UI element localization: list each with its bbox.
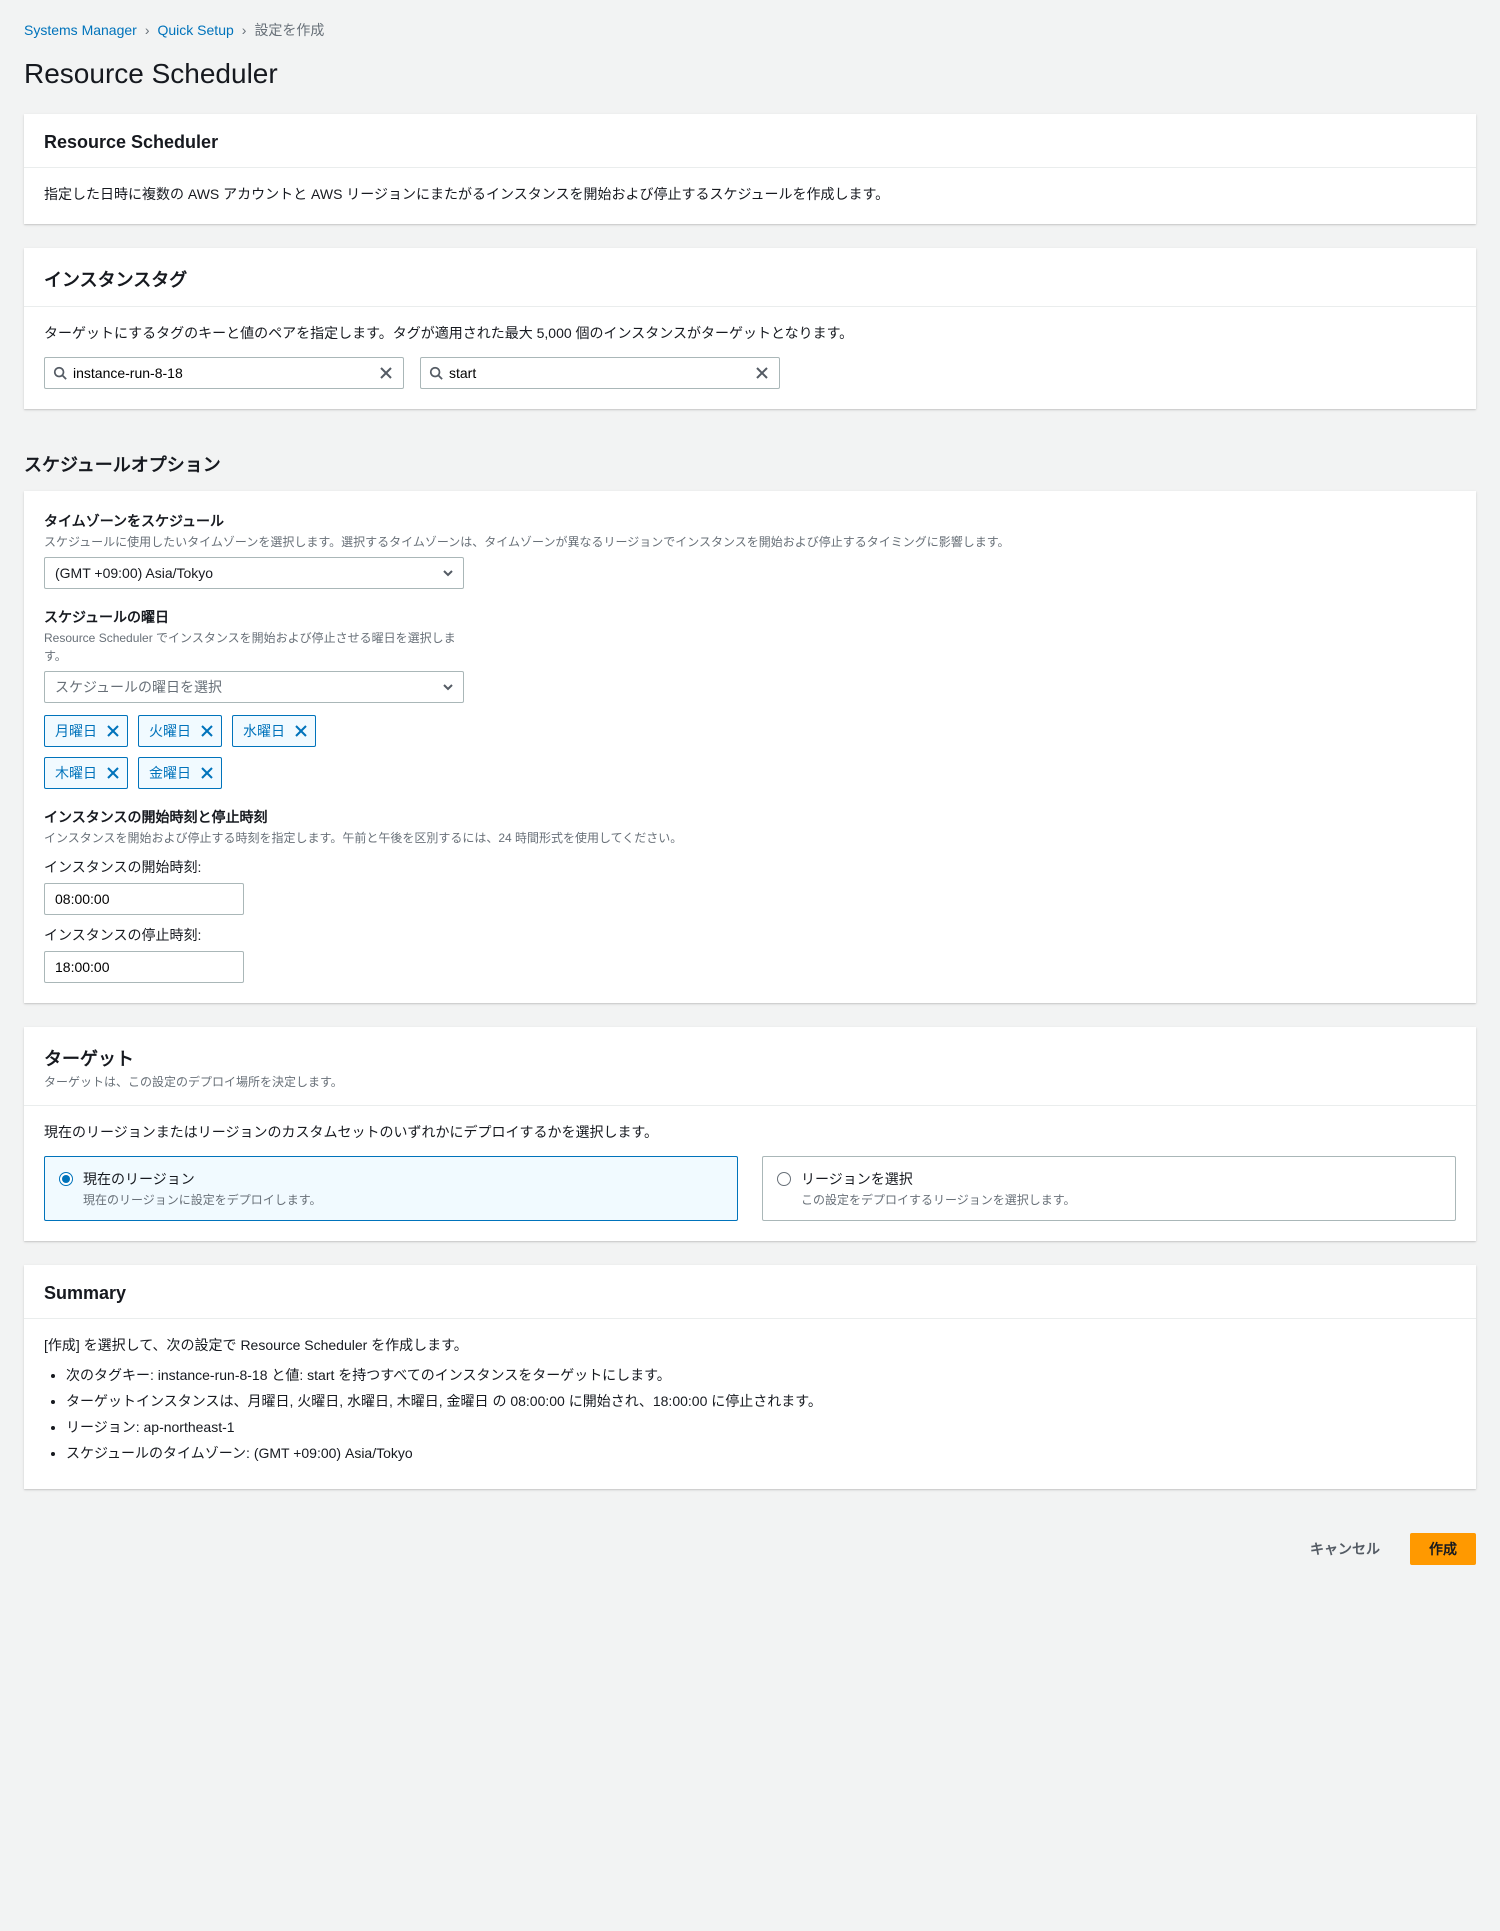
panel-targets: ターゲット ターゲットは、この設定のデプロイ場所を決定します。 現在のリージョン… xyxy=(24,1027,1476,1241)
summary-item: 次のタグキー: instance-run-8-18 と値: start を持つす… xyxy=(66,1365,1456,1385)
summary-item: スケジュールのタイムゾーン: (GMT +09:00) Asia/Tokyo xyxy=(66,1443,1456,1463)
chevron-right-icon: › xyxy=(145,22,150,38)
remove-icon[interactable] xyxy=(201,725,213,737)
panel-title: Summary xyxy=(44,1283,1456,1304)
panel-resource-scheduler: Resource Scheduler 指定した日時に複数の AWS アカウントと… xyxy=(24,114,1476,224)
stop-time-label: インスタンスの停止時刻: xyxy=(44,925,1456,945)
search-icon xyxy=(429,366,443,380)
days-hint: Resource Scheduler でインスタンスを開始および停止させる曜日を… xyxy=(44,629,464,665)
timezone-label: タイムゾーンをスケジュール xyxy=(44,511,1456,531)
breadcrumb: Systems Manager › Quick Setup › 設定を作成 xyxy=(24,20,1476,40)
page-title: Resource Scheduler xyxy=(24,58,1476,90)
summary-item: リージョン: ap-northeast-1 xyxy=(66,1417,1456,1437)
timezone-select[interactable]: (GMT +09:00) Asia/Tokyo xyxy=(44,557,464,589)
panel-title: Resource Scheduler xyxy=(44,132,1456,153)
day-token: 月曜日 xyxy=(44,715,128,747)
breadcrumb-current: 設定を作成 xyxy=(254,20,324,40)
remove-icon[interactable] xyxy=(295,725,307,737)
tag-key-input-wrap[interactable] xyxy=(44,357,404,389)
breadcrumb-link-systems-manager[interactable]: Systems Manager xyxy=(24,22,137,38)
cancel-button[interactable]: キャンセル xyxy=(1292,1533,1398,1565)
remove-icon[interactable] xyxy=(201,767,213,779)
footer-actions: キャンセル 作成 xyxy=(24,1513,1476,1565)
stop-time-input[interactable] xyxy=(44,951,244,983)
radio-icon xyxy=(59,1172,73,1186)
radio-icon xyxy=(777,1172,791,1186)
times-hint: インスタンスを開始および停止する時刻を指定します。午前と午後を区別するには、24… xyxy=(44,829,1456,847)
section-title: スケジュールオプション xyxy=(24,433,1476,491)
days-token-row: 月曜日 火曜日 水曜日 xyxy=(44,715,1456,747)
panel-description: 指定した日時に複数の AWS アカウントと AWS リージョンにまたがるインスタ… xyxy=(44,184,1456,204)
day-token-label: 月曜日 xyxy=(55,721,97,741)
days-token-row: 木曜日 金曜日 xyxy=(44,757,1456,789)
radio-title: リージョンを選択 xyxy=(801,1169,1076,1189)
day-token-label: 金曜日 xyxy=(149,763,191,783)
panel-title: ターゲット xyxy=(44,1045,1456,1071)
day-token-label: 木曜日 xyxy=(55,763,97,783)
radio-title: 現在のリージョン xyxy=(83,1169,322,1189)
days-placeholder: スケジュールの曜日を選択 xyxy=(55,677,222,697)
tag-value-input[interactable] xyxy=(443,365,751,381)
start-time-label: インスタンスの開始時刻: xyxy=(44,857,1456,877)
target-option-choose-regions[interactable]: リージョンを選択 この設定をデプロイするリージョンを選択します。 xyxy=(762,1156,1456,1221)
day-token: 金曜日 xyxy=(138,757,222,789)
tag-key-input[interactable] xyxy=(67,365,375,381)
target-option-current-region[interactable]: 現在のリージョン 現在のリージョンに設定をデプロイします。 xyxy=(44,1156,738,1221)
panel-summary: Summary [作成] を選択して、次の設定で Resource Schedu… xyxy=(24,1265,1476,1489)
remove-icon[interactable] xyxy=(107,767,119,779)
day-token: 水曜日 xyxy=(232,715,316,747)
summary-list: 次のタグキー: instance-run-8-18 と値: start を持つす… xyxy=(66,1365,1456,1463)
summary-lead: [作成] を選択して、次の設定で Resource Scheduler を作成し… xyxy=(44,1335,1456,1355)
start-time-input[interactable] xyxy=(44,883,244,915)
panel-subtitle: ターゲットは、この設定のデプロイ場所を決定します。 xyxy=(44,1073,1456,1091)
chevron-right-icon: › xyxy=(242,22,247,38)
panel-title: インスタンスタグ xyxy=(44,266,1456,292)
summary-item: ターゲットインスタンスは、月曜日, 火曜日, 水曜日, 木曜日, 金曜日 の 0… xyxy=(66,1391,1456,1411)
tag-value-input-wrap[interactable] xyxy=(420,357,780,389)
days-label: スケジュールの曜日 xyxy=(44,607,1456,627)
timezone-value: (GMT +09:00) Asia/Tokyo xyxy=(55,565,213,581)
panel-description: ターゲットにするタグのキーと値のペアを指定します。タグが適用された最大 5,00… xyxy=(44,323,1456,343)
caret-down-icon xyxy=(443,679,453,695)
remove-icon[interactable] xyxy=(107,725,119,737)
day-token: 木曜日 xyxy=(44,757,128,789)
clear-icon[interactable] xyxy=(375,362,397,384)
caret-down-icon xyxy=(443,565,453,581)
timezone-hint: スケジュールに使用したいタイムゾーンを選択します。選択するタイムゾーンは、タイム… xyxy=(44,533,1456,551)
day-token-label: 火曜日 xyxy=(149,721,191,741)
search-icon xyxy=(53,366,67,380)
clear-icon[interactable] xyxy=(751,362,773,384)
day-token: 火曜日 xyxy=(138,715,222,747)
radio-subtitle: 現在のリージョンに設定をデプロイします。 xyxy=(83,1191,322,1208)
day-token-label: 水曜日 xyxy=(243,721,285,741)
section-schedule-options: スケジュールオプション タイムゾーンをスケジュール スケジュールに使用したいタイ… xyxy=(24,433,1476,1003)
radio-subtitle: この設定をデプロイするリージョンを選択します。 xyxy=(801,1191,1076,1208)
days-select[interactable]: スケジュールの曜日を選択 xyxy=(44,671,464,703)
breadcrumb-link-quick-setup[interactable]: Quick Setup xyxy=(158,22,234,38)
create-button[interactable]: 作成 xyxy=(1410,1533,1476,1565)
targets-description: 現在のリージョンまたはリージョンのカスタムセットのいずれかにデプロイするかを選択… xyxy=(44,1122,1456,1142)
panel-instance-tags: インスタンスタグ ターゲットにするタグのキーと値のペアを指定します。タグが適用さ… xyxy=(24,248,1476,409)
times-label: インスタンスの開始時刻と停止時刻 xyxy=(44,807,1456,827)
